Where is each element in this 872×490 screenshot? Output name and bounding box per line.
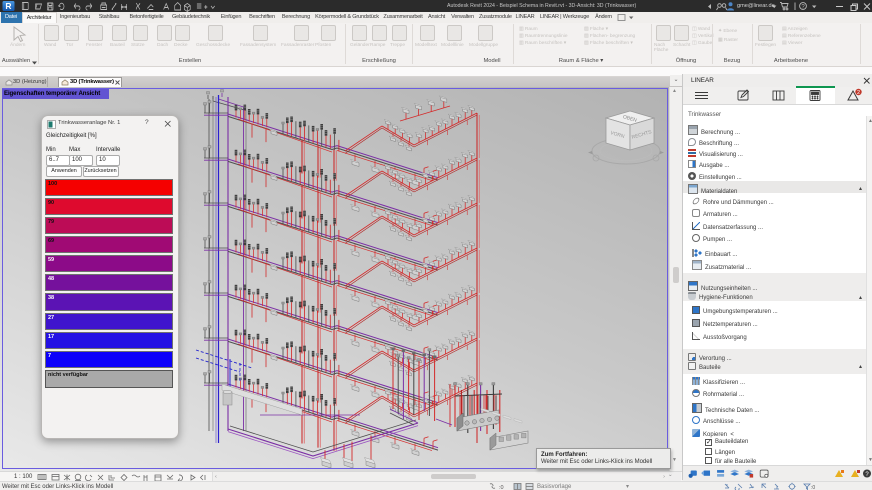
svg-text:2: 2 [857,90,860,96]
svg-text::0: :0 [811,485,815,490]
svg-text::0: :0 [499,485,504,490]
svg-text:R: R [5,1,11,11]
